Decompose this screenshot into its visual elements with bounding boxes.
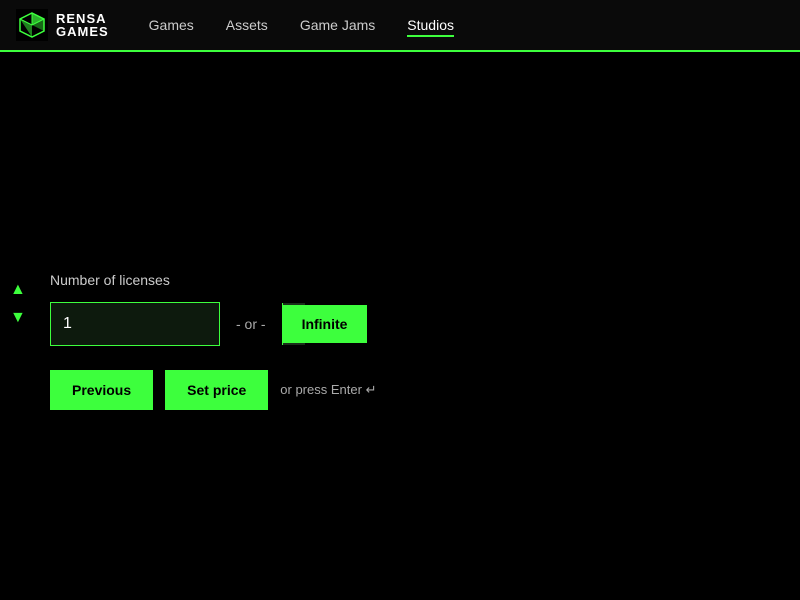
action-row: Previous Set price or press Enter ↵: [50, 370, 750, 410]
or-text: - or -: [236, 316, 266, 332]
logo: RENSA GAMES: [16, 9, 109, 41]
number-input-wrapper: ▲ ▼: [50, 302, 220, 346]
licenses-label: Number of licenses: [50, 272, 750, 288]
nav-assets[interactable]: Assets: [226, 13, 268, 37]
scroll-down-button[interactable]: ▼: [8, 308, 28, 328]
nav-studios[interactable]: Studios: [407, 13, 454, 37]
scroll-up-button[interactable]: ▲: [8, 280, 28, 300]
side-arrows: ▲ ▼: [8, 280, 28, 328]
set-price-button[interactable]: Set price: [165, 370, 268, 410]
nav-links: Games Assets Game Jams Studios: [149, 13, 454, 37]
navbar: RENSA GAMES Games Assets Game Jams Studi…: [0, 0, 800, 52]
license-row: ▲ ▼ - or - Infinite: [50, 302, 750, 346]
nav-games[interactable]: Games: [149, 13, 194, 37]
hint-text: or press Enter ↵: [280, 382, 376, 398]
enter-icon: ↵: [366, 382, 377, 397]
logo-text: RENSA GAMES: [56, 12, 109, 38]
previous-button[interactable]: Previous: [50, 370, 153, 410]
logo-icon: [16, 9, 48, 41]
infinite-button[interactable]: Infinite: [282, 305, 368, 343]
main-content: Number of licenses ▲ ▼ - or - Infinite P…: [0, 52, 800, 410]
nav-gamejams[interactable]: Game Jams: [300, 13, 375, 37]
